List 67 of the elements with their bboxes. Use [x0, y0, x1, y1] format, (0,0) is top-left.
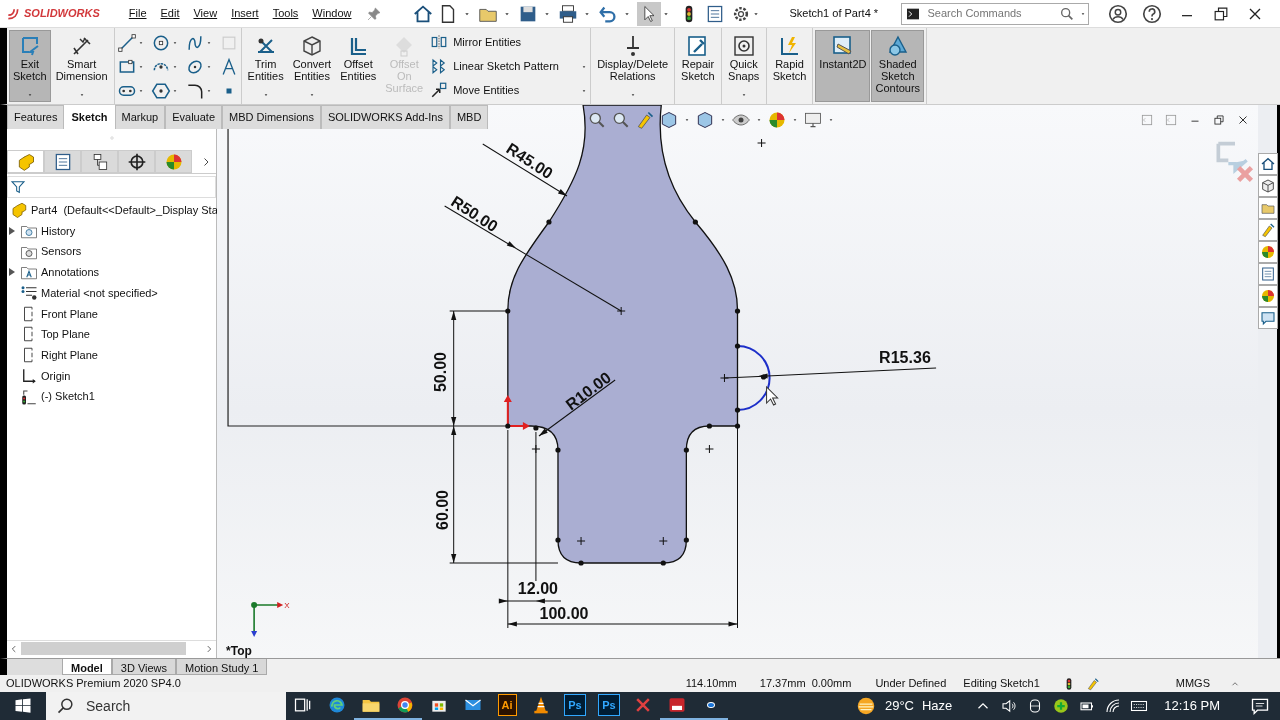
app-label: Ps [564, 693, 586, 717]
bottom-tab[interactable]: Motion Study 1 [176, 659, 268, 675]
tree-item[interactable]: Annotations [41, 264, 100, 281]
status-field: 114.10mm [685, 675, 737, 692]
dimension-value[interactable]: 12.00 [517, 579, 558, 598]
taskbar-search-field[interactable]: Search [46, 692, 286, 720]
view-name: *Top [226, 644, 252, 658]
command-tab[interactable]: Markup [114, 105, 166, 129]
ribbon-button[interactable]: Exit Sketch [9, 30, 51, 102]
ribbon-button[interactable]: Quick Snaps [723, 30, 764, 102]
ribbon-button[interactable]: Trim Entities [243, 30, 288, 102]
bottom-tab[interactable]: Model [62, 659, 112, 675]
command-tab[interactable]: MBD [449, 105, 489, 129]
ribbon-button[interactable]: Display/Delete Relations [593, 30, 673, 102]
dimension-value[interactable]: 100.00 [539, 604, 589, 623]
command-tab[interactable]: Features [7, 105, 65, 129]
menu-item[interactable]: File [121, 5, 154, 22]
ribbon-button[interactable]: Repair Sketch [677, 30, 719, 102]
ribbon-button[interactable]: Shaded Sketch Contours [871, 30, 925, 102]
ribbon-button[interactable]: Smart Dimension [51, 30, 112, 102]
ribbon-button[interactable]: Offset Entities [336, 30, 381, 102]
ribbon-button[interactable]: Linear Sketch Pattern [428, 55, 561, 77]
app-logo: SOLIDWORKS [24, 6, 100, 22]
ribbon-button[interactable]: Instant2D [815, 30, 871, 102]
ribbon-button[interactable]: Move Entities [428, 79, 522, 101]
tree-item[interactable]: Material <not specified> [41, 284, 158, 302]
app-label: Ps [598, 693, 620, 717]
product-version: OLIDWORKS Premium 2020 SP4.0 [5, 676, 181, 692]
status-field: 17.37mm [759, 675, 806, 692]
document-title: Sketch1 of Part4 * [789, 6, 880, 22]
taskbar-search[interactable]: Search [84, 694, 204, 718]
ribbon-button[interactable]: Convert Entities [288, 30, 336, 102]
ribbon-button[interactable]: Mirror Entities [428, 31, 523, 53]
menu-item[interactable]: Window [305, 5, 359, 22]
tree-item[interactable]: Top Plane [41, 326, 90, 343]
app-label: Ai [497, 693, 517, 717]
taskbar-app[interactable]: Ps [592, 692, 626, 720]
status-field: 0.00mm [811, 675, 852, 692]
taskbar-app[interactable]: Ps [558, 692, 592, 720]
command-tab[interactable]: Evaluate [165, 105, 222, 129]
tree-item[interactable]: Origin [41, 367, 71, 385]
dimension-value[interactable]: 50.00 [430, 352, 449, 392]
tree-item[interactable]: Part4 (Default<<Default>_Display Sta [31, 202, 218, 219]
search-field[interactable]: Search Commands [901, 2, 1090, 25]
menu-item[interactable]: Insert [224, 5, 266, 22]
status-field: Under Defined [875, 675, 947, 692]
dimension-value[interactable]: R15.36 [879, 348, 931, 367]
menu-item[interactable]: View [186, 5, 225, 22]
tree-item[interactable]: Front Plane [41, 305, 98, 323]
temperature[interactable]: 29°C [884, 696, 914, 716]
command-tab[interactable]: MBD Dimensions [222, 105, 321, 129]
clock[interactable]: 12:16 PM [1164, 696, 1220, 716]
tree-item[interactable]: Sensors [41, 243, 82, 260]
weather-condition[interactable]: Haze [922, 696, 953, 716]
bottom-tab[interactable]: 3D Views [111, 659, 177, 675]
taskbar-app[interactable]: Ai [490, 692, 524, 720]
menu-item[interactable]: Edit [153, 5, 187, 22]
menu-item[interactable]: Tools [265, 5, 306, 22]
status-field: Editing Sketch1 [963, 675, 1040, 692]
ribbon-button[interactable]: Rapid Sketch [768, 30, 811, 102]
command-tab[interactable]: SOLIDWORKS Add-Ins [320, 105, 450, 129]
tree-item[interactable]: Right Plane [41, 346, 98, 364]
search-input[interactable]: Search Commands [925, 4, 1056, 23]
tree-item[interactable]: (-) Sketch1 [41, 388, 95, 405]
unit-system[interactable]: MMGS [1175, 675, 1210, 692]
dimension-value[interactable]: 60.00 [432, 490, 451, 530]
tree-item[interactable]: History [41, 222, 76, 240]
